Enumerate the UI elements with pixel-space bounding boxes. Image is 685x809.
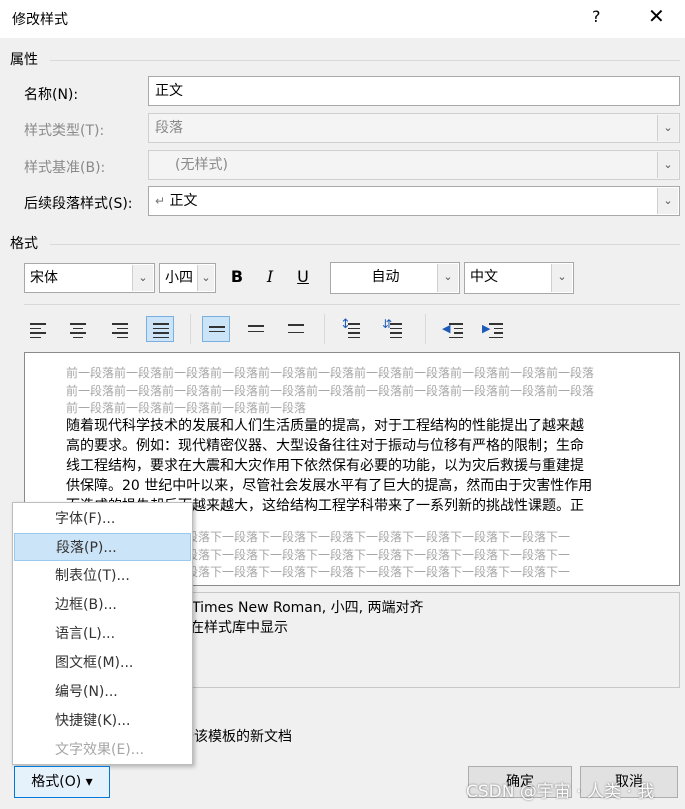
font-color-select[interactable]: 自动 ⌄ [330, 262, 460, 294]
watermark-text: CSDN @宇宙 · 人类 · 我 [466, 782, 655, 802]
font-select[interactable]: 宋体 ⌄ [24, 263, 155, 293]
chevron-down-icon[interactable]: ⌄ [132, 265, 153, 291]
style-based-select: (无样式) ⌄ [148, 150, 680, 180]
next-style-value: 正文 [169, 193, 198, 209]
menu-item-border[interactable]: 边框(B)... [14, 591, 191, 619]
script-select[interactable]: 中文 ⌄ [464, 262, 574, 294]
decrease-spacing-icon[interactable]: ⇵ [378, 317, 406, 343]
toolbar-divider [24, 304, 680, 305]
chevron-down-icon: ⌄ [657, 115, 678, 141]
dialog-title: 修改样式 [12, 12, 68, 28]
chevron-down-icon: ⌄ [657, 152, 678, 178]
name-field[interactable]: 正文 [148, 76, 680, 106]
align-right-icon[interactable] [106, 317, 134, 343]
menu-item-shortcut[interactable]: 快捷键(K)... [14, 707, 191, 735]
toolbar-separator [190, 314, 191, 344]
font-color-value: 自动 [371, 269, 400, 285]
chevron-down-icon[interactable]: ⌄ [197, 265, 214, 291]
template-option-label[interactable]: 于该模板的新文档 [180, 726, 292, 746]
description-line-2: 在样式库中显示 [190, 620, 288, 636]
menu-item-numbering[interactable]: 编号(N)... [14, 678, 191, 706]
menu-item-paragraph[interactable]: 段落(P)... [14, 533, 191, 561]
menu-item-font[interactable]: 字体(F)... [14, 505, 191, 533]
close-icon[interactable]: ✕ [648, 4, 665, 28]
previous-paragraph-text: 前一段落前一段落前一段落前一段落前一段落前一段落前一段落前一段落前一段落前一段落… [66, 366, 595, 415]
menu-item-language[interactable]: 语言(L)... [14, 620, 191, 648]
help-icon[interactable]: ? [592, 7, 601, 26]
properties-divider [50, 60, 680, 61]
format-button[interactable]: 格式(O) ▾ [14, 766, 110, 798]
bold-button[interactable]: B [225, 265, 249, 289]
title-bar [0, 0, 685, 38]
format-section-label: 格式 [10, 236, 38, 252]
font-size-value: 小四 [165, 270, 193, 286]
italic-button[interactable]: I [258, 265, 282, 289]
menu-item-tabs[interactable]: 制表位(T)... [14, 562, 191, 590]
chevron-down-icon[interactable]: ⌄ [657, 188, 678, 214]
toolbar-separator [425, 314, 426, 344]
style-type-select: 段落 ⌄ [148, 113, 680, 143]
style-type-label: 样式类型(T): [24, 123, 105, 139]
menu-item-frame[interactable]: 图文框(M)... [14, 649, 191, 677]
properties-section-label: 属性 [10, 52, 38, 68]
chevron-down-icon[interactable]: ⌄ [551, 264, 572, 292]
align-left-icon[interactable] [24, 317, 52, 343]
align-justify-icon[interactable] [146, 316, 174, 342]
menu-item-text-effects: 文字效果(E)... [55, 742, 145, 758]
decrease-indent-icon[interactable]: ◀ [440, 317, 468, 343]
next-style-label: 后续段落样式(S): [24, 196, 133, 212]
format-menu: 字体(F)... 段落(P)... 制表位(T)... 边框(B)... 语言(… [12, 502, 193, 765]
chevron-down-icon[interactable]: ⌄ [437, 264, 458, 292]
name-label: 名称(N): [24, 87, 79, 103]
toolbar-separator [324, 314, 325, 344]
increase-indent-icon[interactable]: ▶ [480, 317, 508, 343]
description-line-1: Times New Roman, 小四, 两端对齐 [192, 600, 424, 616]
style-based-value: (无样式) [175, 157, 228, 173]
style-type-value: 段落 [155, 120, 183, 136]
font-value: 宋体 [30, 270, 58, 286]
single-spacing-icon[interactable] [202, 316, 230, 342]
one-half-spacing-icon[interactable] [242, 317, 270, 343]
format-divider [50, 244, 680, 245]
paragraph-mark-icon: ↵ [155, 194, 166, 208]
next-style-select[interactable]: ↵ 正文 ⌄ [148, 186, 680, 216]
style-based-label: 样式基准(B): [24, 160, 106, 176]
underline-button[interactable]: U [291, 265, 315, 289]
align-center-icon[interactable] [64, 317, 92, 343]
script-value: 中文 [470, 269, 498, 285]
font-size-select[interactable]: 小四 ⌄ [159, 263, 216, 293]
double-spacing-icon[interactable] [282, 317, 310, 343]
increase-spacing-icon[interactable]: ↕ [336, 317, 364, 343]
